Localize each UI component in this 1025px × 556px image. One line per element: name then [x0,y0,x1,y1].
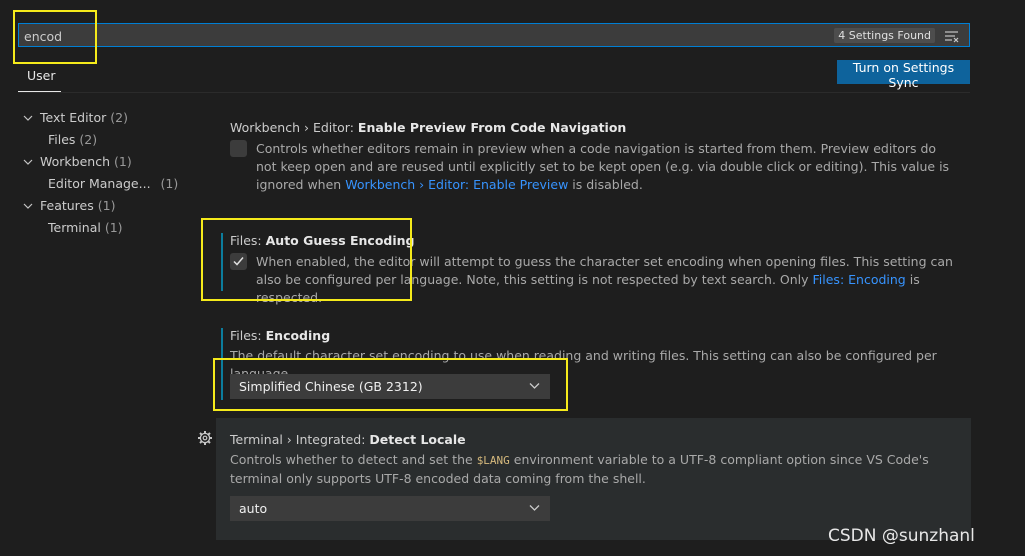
setting-category: Terminal › Integrated: [230,432,370,447]
settings-found-badge: 4 Settings Found [834,28,935,43]
toc-item-files[interactable]: Files (2) [48,130,97,150]
auto-guess-highlight-annotation [201,218,412,301]
chevron-down-icon [23,159,33,165]
toc-label: Text Editor [40,110,107,125]
settings-search-input[interactable] [24,28,624,44]
toc-count: (2) [110,110,128,125]
setting-title-encoding: Files: Encoding [230,328,330,343]
toc-item-terminal[interactable]: Terminal (1) [48,218,123,238]
chevron-down-icon [529,505,540,511]
setting-name: Encoding [265,328,331,343]
setting-link[interactable]: Files: Encoding [813,272,906,287]
setting-description: Controls whether editors remain in previ… [256,140,956,194]
setting-name: Enable Preview From Code Navigation [357,120,627,135]
setting-title-detect-locale: Terminal › Integrated: Detect Locale [230,432,466,447]
setting-title-enable-preview: Workbench › Editor: Enable Preview From … [230,120,626,135]
tab-divider [18,92,970,93]
toc-item-workbench[interactable]: Workbench (1) [22,152,132,172]
clear-filter-icon[interactable] [944,29,960,43]
chevron-down-icon [23,203,33,209]
toc-label: Editor Manage... [48,176,151,191]
gear-icon[interactable] [197,430,213,446]
toc-count: (1) [97,198,116,213]
code-snippet: $LANG [476,454,510,467]
watermark-text: CSDN @sunzhanl [828,526,975,546]
settings-search-box[interactable]: 4 Settings Found [18,23,970,47]
setting-category: Workbench › Editor: [230,120,358,135]
toc-count: (2) [79,132,98,147]
toc-count: (1) [104,220,123,235]
toc-item-features[interactable]: Features (1) [22,196,115,216]
toc-count: (1) [160,176,179,191]
toc-count: (1) [113,154,132,169]
encoding-highlight-annotation [213,358,568,411]
detect-locale-select[interactable]: auto [230,496,550,521]
chevron-down-icon [23,115,33,121]
toc-label: Features [40,198,94,213]
enable-preview-checkbox[interactable] [230,140,247,157]
tab-user[interactable]: User [27,68,56,83]
turn-on-settings-sync-button[interactable]: Turn on Settings Sync [837,60,970,90]
description-text: Controls whether to detect and set the [230,452,477,467]
setting-name: Detect Locale [369,432,466,447]
select-value: auto [239,501,268,516]
toc-item-editor-management[interactable]: Editor Manage... (1) [48,174,178,194]
search-highlight-annotation [13,10,97,64]
setting-description: Controls whether to detect and set the $… [230,451,955,488]
toc-label: Files [48,132,76,147]
setting-category: Files: [230,328,266,343]
toc-item-text-editor[interactable]: Text Editor (2) [22,108,128,128]
description-text: is disabled. [568,177,643,192]
toc-label: Terminal [48,220,101,235]
toc-label: Workbench [40,154,110,169]
setting-link[interactable]: Workbench › Editor: Enable Preview [345,177,568,192]
